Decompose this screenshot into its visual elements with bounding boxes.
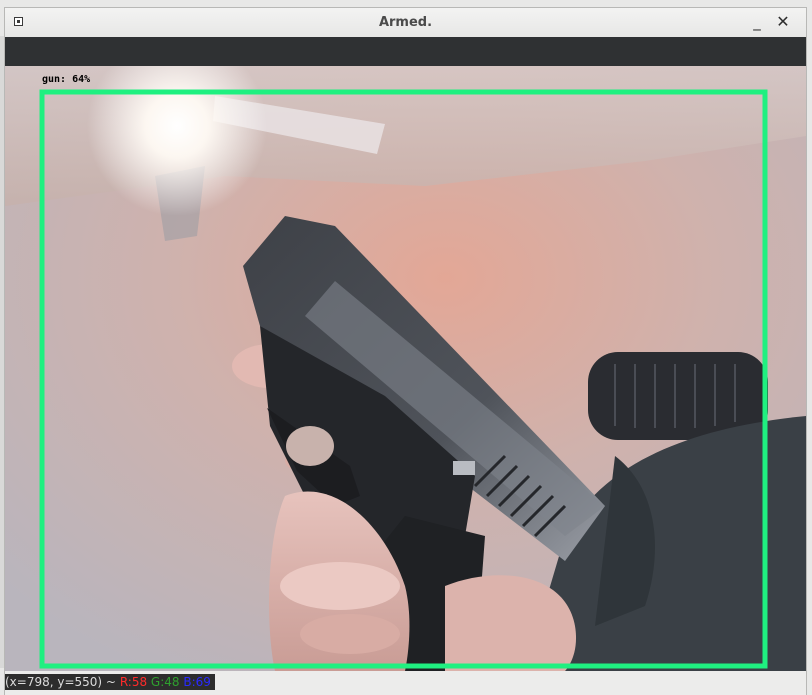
toolbar — [5, 37, 806, 66]
blue-value: B:69 — [183, 675, 211, 689]
close-button[interactable]: ✕ — [772, 11, 794, 33]
camera-frame[interactable]: gun: 64% — [5, 66, 806, 671]
image-viewer-window: Armed. _ ✕ gun: 64% (x=798, y=550) ~ R:5… — [4, 7, 807, 695]
title-bar[interactable]: Armed. _ ✕ — [5, 8, 806, 38]
window-title: Armed. — [378, 15, 433, 30]
cursor-coords: (x=798, y=550) ~ — [5, 675, 116, 689]
green-value: G:48 — [150, 675, 180, 689]
status-bar: (x=798, y=550) ~ R:58 G:48 B:69 — [5, 671, 806, 695]
minimize-button[interactable]: _ — [746, 11, 768, 33]
detection-label: gun: 64% — [42, 74, 91, 85]
camera-image — [5, 66, 806, 671]
red-value: R:58 — [119, 675, 148, 689]
pixel-readout: (x=798, y=550) ~ R:58 G:48 B:69 — [5, 674, 215, 690]
